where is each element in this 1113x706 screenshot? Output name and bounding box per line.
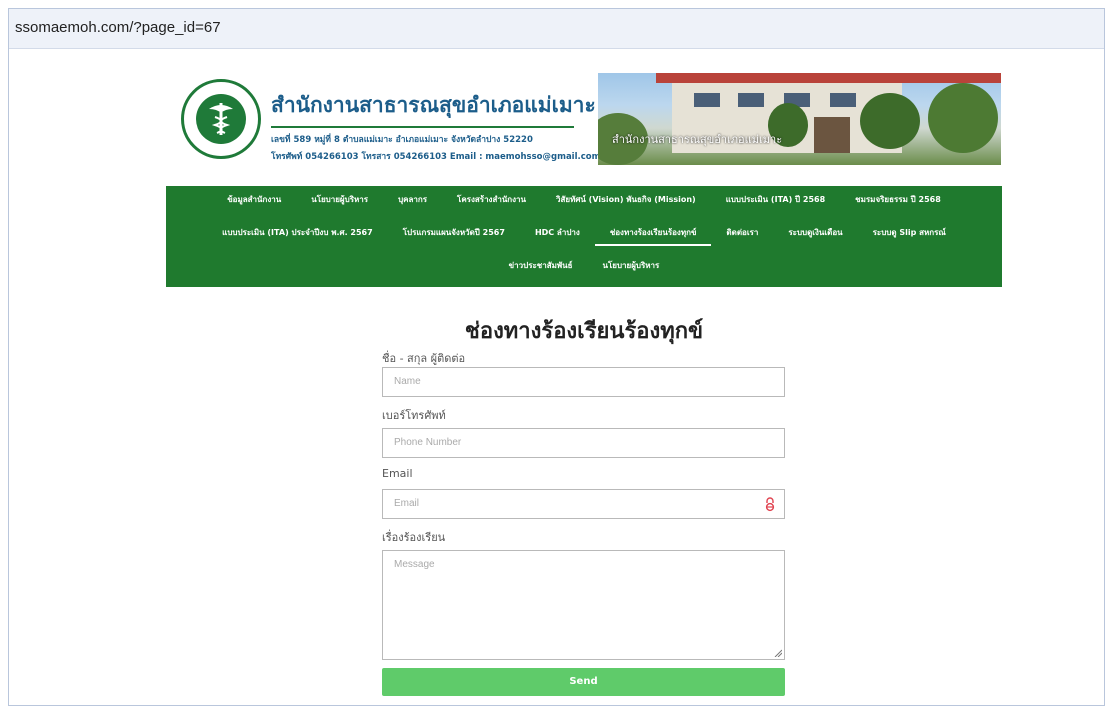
- nav-item[interactable]: นโยบายผู้บริหาร: [296, 186, 383, 213]
- browser-window: ssomaemoh.com/?page_id=67 สำนักงานสาธารณ…: [8, 8, 1105, 706]
- nav-item[interactable]: ข่าวประชาสัมพันธ์: [494, 252, 588, 279]
- divider: [271, 126, 574, 128]
- photo-caption: สำนักงานสาธารณสุขอำเภอแม่เมาะ: [612, 133, 783, 146]
- main-nav: ข้อมูลสำนักงาน นโยบายผู้บริหาร บุคลากร โ…: [166, 186, 1002, 287]
- nav-item[interactable]: แบบประเมิน (ITA) ประจำปีงบ พ.ศ. 2567: [207, 219, 388, 246]
- email-placeholder: Email: [394, 498, 420, 509]
- resize-handle-icon[interactable]: [774, 649, 782, 657]
- message-placeholder: Message: [394, 559, 435, 570]
- nav-item[interactable]: โครงสร้างสำนักงาน: [442, 186, 541, 213]
- address-bar[interactable]: ssomaemoh.com/?page_id=67: [9, 9, 1104, 49]
- url-text[interactable]: ssomaemoh.com/?page_id=67: [15, 19, 221, 36]
- org-contact: โทรศัพท์ 054266103 โทรสาร 054266103 Emai…: [271, 152, 601, 162]
- org-info: สำนักงานสาธารณสุขอำเภอแม่เมาะ เลขที่ 589…: [271, 89, 600, 163]
- nav-item[interactable]: แบบประเมิน (ITA) ปี 2568: [711, 186, 840, 213]
- phone-label: เบอร์โทรศัพท์: [382, 409, 446, 422]
- email-label: Email: [382, 467, 413, 480]
- name-input[interactable]: Name: [382, 367, 785, 397]
- nav-item[interactable]: โปรแกรมแผนจังหวัดปี 2567: [388, 219, 520, 246]
- nav-item[interactable]: ระบบดู Slip สหกรณ์: [858, 219, 961, 246]
- nav-item[interactable]: ระบบดูเงินเดือน: [773, 219, 857, 246]
- password-manager-icon[interactable]: [764, 496, 776, 512]
- complaint-form: ชื่อ - สกุล ผู้ติดต่อ Name เบอร์โทรศัพท์…: [382, 349, 785, 696]
- name-placeholder: Name: [394, 376, 421, 387]
- nav-item[interactable]: วิสัยทัศน์ (Vision) พันธกิจ (Mission): [541, 186, 711, 213]
- org-address: เลขที่ 589 หมู่ที่ 8 ตำบลแม่เมาะ อำเภอแม…: [271, 135, 533, 145]
- send-button[interactable]: Send: [382, 668, 785, 696]
- site-header: สำนักงานสาธารณสุขอำเภอแม่เมาะ เลขที่ 589…: [166, 71, 1002, 181]
- nav-item[interactable]: บุคลากร: [383, 186, 442, 213]
- office-photo: สำนักงานสาธารณสุขอำเภอแม่เมาะ: [598, 73, 1001, 165]
- nav-item[interactable]: HDC ลำปาง: [520, 219, 595, 246]
- name-label: ชื่อ - สกุล ผู้ติดต่อ: [382, 352, 466, 365]
- message-textarea[interactable]: Message: [382, 550, 785, 660]
- org-name: สำนักงานสาธารณสุขอำเภอแม่เมาะ: [271, 93, 596, 117]
- phone-placeholder: Phone Number: [394, 437, 462, 448]
- nav-item[interactable]: ติดต่อเรา: [711, 219, 773, 246]
- nav-item-active[interactable]: ช่องทางร้องเรียนร้องทุกข์: [594, 219, 712, 246]
- nav-item[interactable]: นโยบายผู้บริหาร: [587, 252, 674, 279]
- phone-input[interactable]: Phone Number: [382, 428, 785, 458]
- caduceus-icon: [209, 103, 233, 135]
- page-title: ช่องทางร้องเรียนร้องทุกข์: [464, 319, 704, 344]
- message-label: เรื่องร้องเรียน: [382, 531, 446, 544]
- nav-item[interactable]: ชมรมจริยธรรม ปี 2568: [840, 186, 956, 213]
- nav-item[interactable]: ข้อมูลสำนักงาน: [212, 186, 296, 213]
- ministry-emblem-logo: [181, 79, 261, 159]
- email-input[interactable]: Email: [382, 489, 785, 519]
